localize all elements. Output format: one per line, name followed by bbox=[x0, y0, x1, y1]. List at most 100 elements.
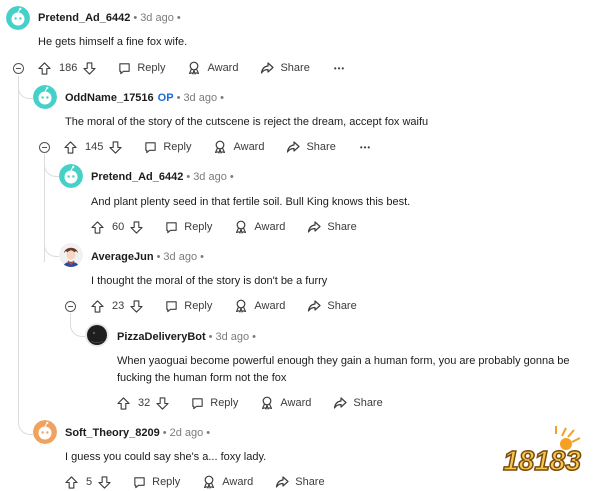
comment-body: When yaoguai become powerful enough they… bbox=[117, 355, 570, 384]
timestamp[interactable]: 3d ago bbox=[216, 331, 250, 343]
comment-actions: 60 Reply Award Share bbox=[91, 218, 357, 236]
share-label: Share bbox=[306, 141, 336, 153]
reply-icon bbox=[192, 397, 203, 409]
share-icon bbox=[334, 397, 347, 409]
reply-icon bbox=[145, 141, 157, 153]
share-button[interactable]: Share bbox=[260, 61, 310, 75]
timestamp[interactable]: 3d ago bbox=[193, 171, 227, 183]
award-button[interactable]: Award bbox=[234, 299, 285, 313]
reply-label: Reply bbox=[184, 300, 213, 312]
award-icon bbox=[262, 396, 273, 410]
comment-body: He gets himself a fine fox wife. bbox=[38, 36, 188, 48]
upvote-button[interactable] bbox=[117, 396, 130, 410]
timestamp[interactable]: 2d ago bbox=[170, 427, 204, 439]
award-button[interactable]: Award bbox=[234, 220, 285, 234]
downvote-button[interactable] bbox=[109, 140, 122, 154]
comment-actions: 186 Reply Award Share ••• bbox=[38, 59, 345, 77]
share-label: Share bbox=[280, 62, 310, 74]
reply-label: Reply bbox=[210, 397, 239, 409]
reply-icon bbox=[166, 300, 177, 312]
comment-body: And plant plenty seed in that fertile so… bbox=[91, 196, 411, 208]
reply-label: Reply bbox=[137, 62, 166, 74]
vote-count: 145 bbox=[85, 141, 104, 153]
author-name[interactable]: Pretend_Ad_6442 bbox=[38, 12, 130, 24]
svg-text:18183: 18183 bbox=[503, 445, 581, 476]
reply-button[interactable]: Reply bbox=[133, 476, 180, 489]
share-icon bbox=[276, 476, 289, 488]
upvote-button[interactable] bbox=[38, 61, 51, 75]
award-label: Award bbox=[280, 397, 312, 409]
award-icon bbox=[236, 220, 247, 234]
award-button[interactable]: Award bbox=[202, 475, 253, 489]
author-name[interactable]: OddName_17516 bbox=[65, 92, 154, 104]
vote-count: 186 bbox=[59, 62, 78, 74]
award-button[interactable]: Award bbox=[213, 140, 264, 154]
avatar[interactable] bbox=[33, 420, 57, 444]
avatar[interactable] bbox=[85, 323, 109, 347]
author-name[interactable]: AverageJun bbox=[91, 251, 154, 263]
upvote-button[interactable] bbox=[91, 220, 104, 234]
more-options-button[interactable]: ••• bbox=[334, 64, 345, 73]
collapse-icon[interactable] bbox=[39, 142, 50, 153]
award-label: Award bbox=[222, 476, 254, 488]
reply-button[interactable]: Reply bbox=[118, 62, 165, 75]
thread-line-root bbox=[18, 76, 19, 422]
share-button[interactable]: Share bbox=[333, 396, 383, 410]
comment-body: I thought the moral of the story is don'… bbox=[91, 275, 328, 287]
downvote-button[interactable] bbox=[130, 299, 143, 313]
share-icon bbox=[261, 62, 275, 74]
avatar[interactable] bbox=[59, 164, 83, 188]
comment-actions: 23 Reply Award Share bbox=[91, 297, 357, 315]
upvote-icon bbox=[64, 140, 77, 154]
award-icon bbox=[215, 140, 226, 154]
share-button[interactable]: Share bbox=[286, 140, 336, 154]
watermark-logo: 18183 bbox=[492, 420, 592, 482]
reply-label: Reply bbox=[184, 221, 213, 233]
separator: • bbox=[208, 331, 213, 343]
award-button[interactable]: Award bbox=[260, 396, 311, 410]
avatar[interactable] bbox=[59, 243, 83, 267]
separator: • bbox=[176, 92, 181, 104]
share-icon bbox=[287, 141, 301, 153]
downvote-button[interactable] bbox=[83, 61, 96, 75]
avatar[interactable] bbox=[6, 6, 30, 30]
comment-meta: PizzaDeliveryBot • 3d ago • bbox=[117, 330, 259, 344]
award-icon bbox=[189, 61, 200, 75]
more-options-button[interactable]: ••• bbox=[360, 143, 371, 152]
share-icon bbox=[308, 300, 321, 312]
collapse-icon[interactable] bbox=[13, 63, 24, 74]
award-label: Award bbox=[207, 62, 239, 74]
comment-meta: Soft_Theory_8209 • 2d ago • bbox=[65, 426, 213, 440]
reply-button[interactable]: Reply bbox=[165, 300, 212, 313]
comment-actions: 145 Reply Award Share ••• bbox=[64, 138, 371, 156]
separator: • bbox=[229, 171, 234, 183]
upvote-button[interactable] bbox=[64, 140, 77, 154]
reply-button[interactable]: Reply bbox=[165, 221, 212, 234]
share-button[interactable]: Share bbox=[307, 220, 357, 234]
upvote-button[interactable] bbox=[91, 299, 104, 313]
author-name[interactable]: Pretend_Ad_6442 bbox=[91, 171, 183, 183]
timestamp[interactable]: 3d ago bbox=[163, 251, 197, 263]
timestamp[interactable]: 3d ago bbox=[183, 92, 217, 104]
separator: • bbox=[252, 331, 257, 343]
comment-meta: OddName_17516 OP • 3d ago • bbox=[65, 91, 227, 105]
author-name[interactable]: PizzaDeliveryBot bbox=[117, 331, 206, 343]
avatar[interactable] bbox=[33, 85, 57, 109]
downvote-button[interactable] bbox=[130, 220, 143, 234]
timestamp[interactable]: 3d ago bbox=[140, 12, 174, 24]
reply-button[interactable]: Reply bbox=[144, 141, 191, 154]
award-button[interactable]: Award bbox=[187, 61, 238, 75]
upvote-icon bbox=[91, 299, 104, 313]
share-button[interactable]: Share bbox=[307, 299, 357, 313]
downvote-icon bbox=[130, 299, 143, 313]
upvote-button[interactable] bbox=[65, 475, 78, 489]
share-button[interactable]: Share bbox=[275, 475, 325, 489]
separator: • bbox=[133, 12, 138, 24]
separator: • bbox=[176, 12, 181, 24]
downvote-button[interactable] bbox=[98, 475, 111, 489]
downvote-icon bbox=[83, 61, 96, 75]
collapse-icon[interactable] bbox=[65, 301, 76, 312]
reply-button[interactable]: Reply bbox=[191, 397, 238, 410]
author-name[interactable]: Soft_Theory_8209 bbox=[65, 427, 160, 439]
downvote-button[interactable] bbox=[156, 396, 169, 410]
